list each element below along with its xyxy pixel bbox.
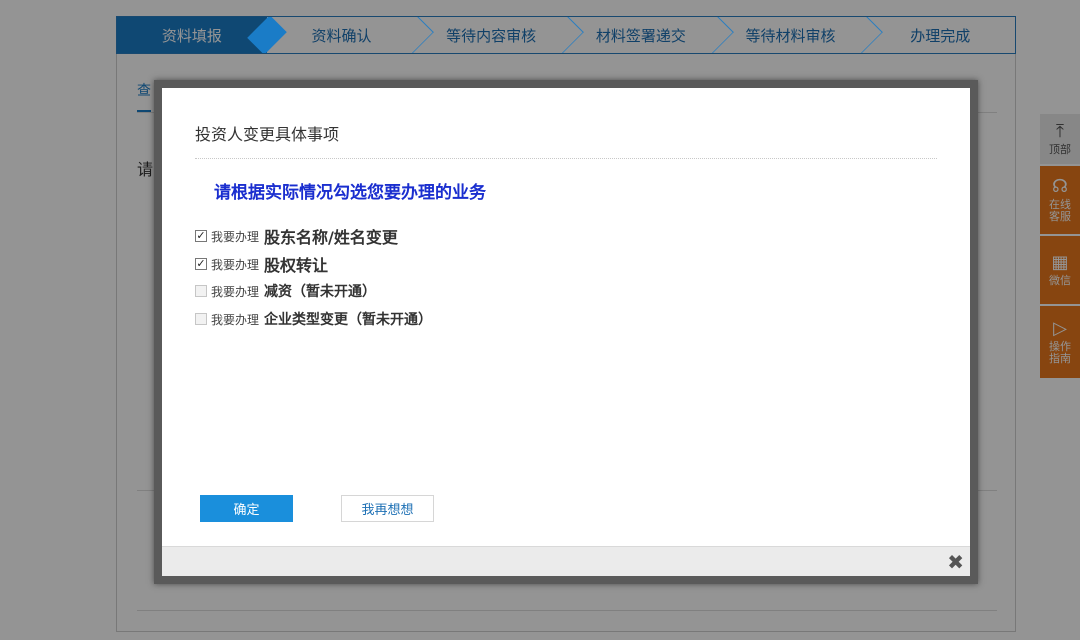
option-label: 股权转让 bbox=[264, 256, 329, 275]
dialog-heading: 请根据实际情况勾选您要办理的业务 bbox=[214, 183, 486, 203]
checkbox[interactable]: ✓ bbox=[195, 258, 207, 270]
option-label: 股东名称/姓名变更 bbox=[264, 228, 398, 247]
reconsider-button[interactable]: 我再想想 bbox=[341, 495, 434, 522]
option-equity-transfer[interactable]: ✓ 我要办理 股权转让 bbox=[195, 252, 328, 276]
option-shareholder-name-change[interactable]: ✓ 我要办理 股东名称/姓名变更 bbox=[195, 224, 398, 248]
option-company-type-change: 我要办理 企业类型变更（暂未开通） bbox=[195, 309, 432, 329]
option-prefix: 我要办理 bbox=[211, 284, 260, 299]
divider bbox=[195, 158, 937, 159]
option-prefix: 我要办理 bbox=[211, 312, 260, 327]
option-prefix: 我要办理 bbox=[211, 257, 260, 272]
checkbox[interactable]: ✓ bbox=[195, 230, 207, 242]
dialog-title: 投资人变更具体事项 bbox=[195, 125, 340, 144]
checkbox-disabled bbox=[195, 285, 207, 297]
confirm-button[interactable]: 确定 bbox=[200, 495, 293, 522]
option-label: 减资（暂未开通） bbox=[264, 284, 377, 300]
close-icon[interactable]: ✖ bbox=[947, 551, 964, 573]
option-prefix: 我要办理 bbox=[211, 229, 260, 244]
dialog-footer-bar: ✖ bbox=[162, 546, 970, 576]
investor-change-dialog: 投资人变更具体事项 请根据实际情况勾选您要办理的业务 ✓ 我要办理 股东名称/姓… bbox=[162, 88, 970, 576]
checkbox-disabled bbox=[195, 313, 207, 325]
option-capital-reduction: 我要办理 减资（暂未开通） bbox=[195, 281, 376, 301]
option-label: 企业类型变更（暂未开通） bbox=[264, 312, 433, 328]
